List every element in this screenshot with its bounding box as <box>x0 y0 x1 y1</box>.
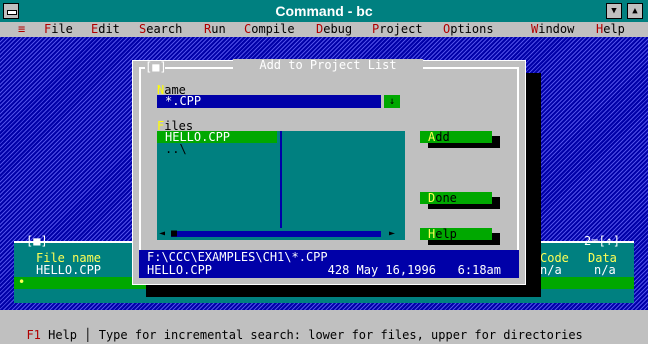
scroll-thumb[interactable]: ■ <box>171 228 177 240</box>
menu-project[interactable]: Project <box>372 22 423 37</box>
menu-debug[interactable]: Debug <box>316 22 352 37</box>
window-title-bar: Command - bc ▼ ▲ <box>0 0 648 22</box>
menu-help[interactable]: Help <box>596 22 625 37</box>
status-bar: F1 Help │ Type for incremental search: l… <box>0 310 648 342</box>
name-input[interactable]: *.CPP <box>157 95 381 108</box>
row-code: n/a <box>540 263 562 277</box>
done-button[interactable]: Done <box>420 192 492 204</box>
history-down-arrow-icon[interactable]: ↓ <box>384 95 400 108</box>
menu-edit[interactable]: Edit <box>91 22 120 37</box>
add-button[interactable]: Add <box>420 131 492 143</box>
minimize-button[interactable]: ▼ <box>606 3 622 19</box>
f1-key[interactable]: F1 <box>26 328 40 342</box>
file-info-panel: F:\CCC\EXAMPLES\CH1\*.CPP HELLO.CPP 428 … <box>139 250 519 278</box>
dialog-title: Add to Project List <box>233 59 423 71</box>
list-column-divider <box>280 131 282 228</box>
list-item[interactable]: ..\ <box>157 143 277 155</box>
menu-run[interactable]: Run <box>204 22 226 37</box>
file-info-line: HELLO.CPP 428 May 16,1996 6:18am <box>147 263 502 277</box>
scroll-left-arrow-icon[interactable]: ◄ <box>159 228 165 240</box>
files-horizontal-scrollbar[interactable]: ◄ ■ ► <box>157 228 405 240</box>
maximize-button[interactable]: ▲ <box>627 3 643 19</box>
window-title: Command - bc <box>275 3 373 19</box>
row-data: n/a <box>594 263 616 277</box>
project-window-number-zoom[interactable]: 2=[↑] <box>584 235 620 247</box>
scrollbar-track[interactable] <box>171 231 381 237</box>
menu-search[interactable]: Search <box>139 22 182 37</box>
row-file-name[interactable]: HELLO.CPP <box>36 263 101 277</box>
status-separator: │ <box>77 328 99 342</box>
status-message: Type for incremental search: lower for f… <box>98 328 583 342</box>
f1-help-label[interactable]: Help <box>41 328 77 342</box>
dialog-close-box[interactable]: [■] <box>145 61 167 73</box>
scroll-right-arrow-icon[interactable]: ► <box>389 228 395 240</box>
menu-file[interactable]: File <box>44 22 73 37</box>
project-window-close-box[interactable]: [■] <box>26 235 48 247</box>
menu-system[interactable]: ≡ <box>18 22 25 37</box>
add-to-project-dialog: [■] Add to Project List Name *.CPP ↓ Fil… <box>132 59 526 285</box>
menu-options[interactable]: Options <box>443 22 494 37</box>
menu-bar: ≡ File Edit Search Run Compile Debug Pro… <box>0 22 648 37</box>
help-button[interactable]: Help <box>420 228 492 240</box>
menu-window[interactable]: Window <box>531 22 574 37</box>
files-list[interactable]: HELLO.CPP ..\ <box>157 131 405 228</box>
menu-compile[interactable]: Compile <box>244 22 295 37</box>
bullet-icon: • <box>18 275 26 289</box>
